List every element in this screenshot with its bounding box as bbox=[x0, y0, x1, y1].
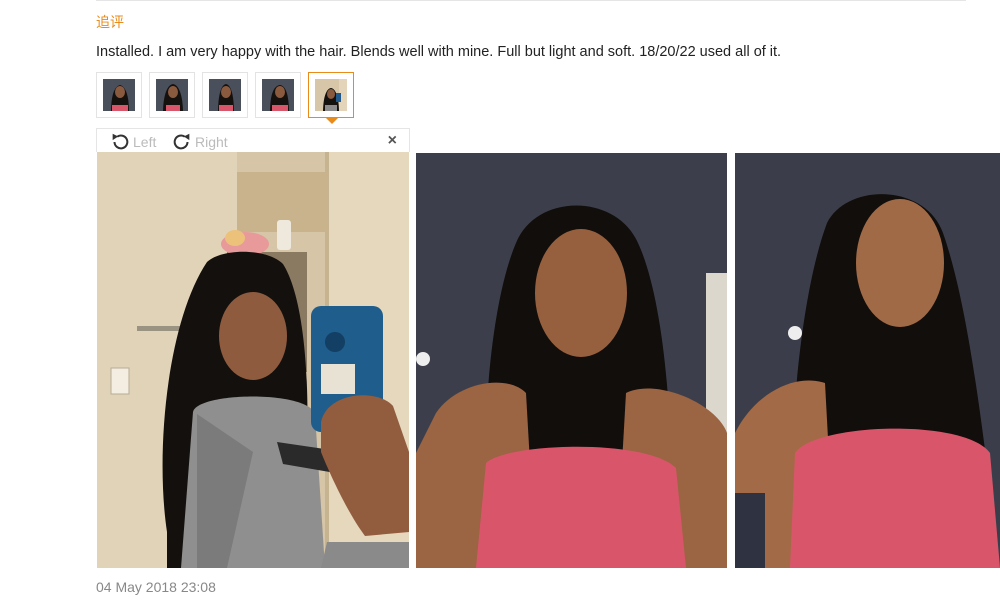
review-photo-thumb-3[interactable] bbox=[202, 72, 248, 118]
rotate-right-button[interactable]: Right bbox=[171, 131, 228, 153]
review-photo-thumb-1[interactable] bbox=[96, 72, 142, 118]
review-photo-thumb-image bbox=[156, 79, 188, 111]
close-icon[interactable]: × bbox=[388, 132, 397, 150]
review-photo-thumb-image bbox=[262, 79, 294, 111]
rotate-right-label: Right bbox=[195, 134, 228, 150]
review-photo-large-2 bbox=[416, 153, 727, 568]
followup-label: 追评 bbox=[96, 15, 124, 31]
review-date: 04 May 2018 23:08 bbox=[96, 579, 216, 595]
review-photo-thumb-2[interactable] bbox=[149, 72, 195, 118]
review-photo-thumb-5[interactable] bbox=[308, 72, 354, 124]
rotate-left-icon bbox=[112, 133, 129, 150]
rotate-left-label: Left bbox=[133, 134, 157, 150]
review-photo-thumb-image bbox=[209, 79, 241, 111]
thumbnail-strip bbox=[96, 72, 354, 124]
review-text: Installed. I am very happy with the hair… bbox=[96, 44, 782, 60]
image-viewer-toolbar: Left Right × bbox=[96, 128, 410, 152]
review-photo-large-1 bbox=[97, 152, 409, 568]
review-photo-large-3 bbox=[735, 153, 1000, 568]
review-photo-thumb-image bbox=[103, 79, 135, 111]
rotate-right-icon bbox=[173, 133, 190, 150]
review-photo-thumb-image bbox=[315, 79, 347, 111]
review-photo-thumb-4[interactable] bbox=[255, 72, 301, 118]
rotate-left-button[interactable]: Left bbox=[109, 131, 156, 153]
section-divider bbox=[96, 0, 966, 1]
